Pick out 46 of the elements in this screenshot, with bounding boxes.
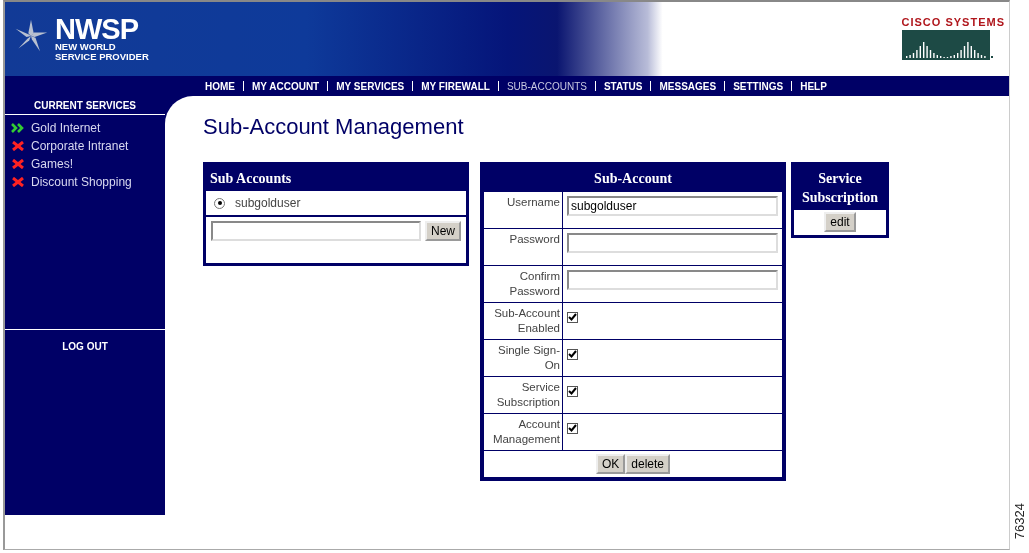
partner-logo-text: CISCO SYSTEMS: [901, 16, 1005, 28]
text-field[interactable]: [567, 270, 778, 290]
nav-link[interactable]: HOME: [197, 80, 243, 92]
nav-link[interactable]: STATUS: [595, 80, 651, 92]
brand-tagline: SERVICE PROVIDER: [55, 52, 149, 62]
text-field[interactable]: subgolduser: [567, 196, 778, 216]
sidebar-title: CURRENT SERVICES: [5, 96, 165, 115]
text-field[interactable]: [567, 233, 778, 253]
page-title: Sub-Account Management: [203, 114, 465, 141]
checkbox[interactable]: [567, 386, 578, 397]
nav-link[interactable]: MESSAGES: [651, 80, 725, 92]
nav-link[interactable]: MY SERVICES: [328, 80, 413, 92]
checkbox[interactable]: [567, 312, 578, 323]
nav-link[interactable]: MY ACCOUNT: [244, 80, 328, 92]
new-button[interactable]: New: [425, 221, 461, 241]
brand-tagline: NEW WORLD: [55, 42, 117, 52]
nav-link[interactable]: SUB-ACCOUNTS: [498, 80, 595, 92]
field-label: Account Management: [492, 418, 560, 445]
field-label: Confirm Password: [509, 270, 560, 297]
new-account-field[interactable]: [211, 221, 421, 241]
panel-title: Sub Accounts: [206, 165, 466, 191]
radio-button[interactable]: [214, 197, 225, 209]
panel-title: Service Subscription: [794, 165, 886, 210]
brand-logo: NWSP: [55, 16, 139, 42]
form-button[interactable]: delete: [625, 454, 670, 474]
field-label: Password: [509, 233, 560, 245]
checkbox[interactable]: [567, 349, 578, 360]
service-link[interactable]: Corporate Intranet: [31, 139, 129, 153]
edit-button[interactable]: edit: [824, 212, 856, 232]
service-link[interactable]: Games!: [31, 157, 73, 171]
nav-link[interactable]: HELP: [792, 80, 835, 92]
service-link[interactable]: Gold Internet: [31, 121, 101, 135]
nav-link[interactable]: SETTINGS: [725, 80, 792, 92]
field-label: Service Subscription: [496, 381, 560, 408]
panel-title: Sub-Account: [483, 165, 783, 191]
field-label: Single Sign-On: [498, 344, 560, 371]
field-label: Sub-Account Enabled: [494, 307, 560, 334]
checkbox[interactable]: [567, 423, 578, 434]
logout-link[interactable]: LOG OUT: [62, 341, 108, 352]
nav-link[interactable]: MY FIREWALL: [413, 80, 498, 92]
field-label: Username: [506, 196, 560, 208]
account-name: subgolduser: [235, 196, 301, 210]
figure-number: 76324: [1012, 502, 1027, 539]
bridge-bars-logo-icon: [901, 30, 994, 60]
form-button[interactable]: OK: [595, 454, 626, 474]
service-link[interactable]: Discount Shopping: [31, 175, 132, 189]
